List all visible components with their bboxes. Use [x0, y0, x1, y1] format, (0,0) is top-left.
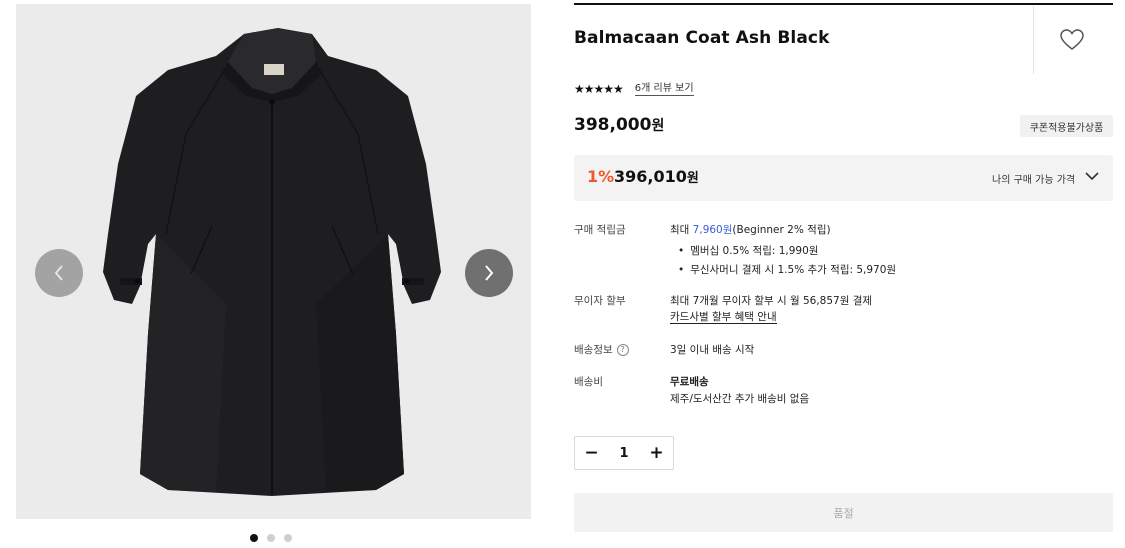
installment-label: 무이자 할부 — [574, 295, 626, 307]
my-price-box[interactable]: 1% 396,010원 나의 구매 가능 가격 — [574, 155, 1113, 201]
shipping-info-text: 배송정보 — [574, 344, 613, 356]
prev-image-button[interactable] — [35, 249, 83, 297]
points-prefix: 최대 — [670, 224, 693, 236]
chevron-left-icon — [54, 265, 63, 281]
points-bullet: 무신사머니 결제 시 1.5% 추가 적립: 5,970원 — [678, 262, 896, 277]
product-info-panel: Balmacaan Coat Ash Black ★★★★★ 6개 리뷰 보기 … — [574, 0, 1113, 548]
review-link[interactable]: 6개 리뷰 보기 — [634, 82, 694, 96]
coupon-badge: 쿠폰적용불가상품 — [1020, 115, 1113, 137]
top-divider — [574, 3, 1113, 5]
shipping-info-value: 3일 이내 배송 시작 — [670, 344, 755, 356]
product-gallery — [16, 4, 531, 519]
chevron-down-icon — [1085, 172, 1099, 181]
product-image — [103, 28, 441, 496]
product-title: Balmacaan Coat Ash Black — [574, 28, 830, 48]
points-bullet: 멤버십 0.5% 적립: 1,990원 — [678, 243, 818, 258]
points-label: 구매 적립금 — [574, 224, 626, 236]
installment-link[interactable]: 카드사별 할부 혜택 안내 — [670, 311, 777, 324]
shipping-fee-note: 제주/도서산간 추가 배송비 없음 — [670, 393, 810, 405]
points-value: 최대 7,960원(Beginner 2% 적립) — [670, 222, 831, 237]
chevron-right-icon — [485, 265, 494, 281]
help-icon[interactable]: ? — [616, 344, 629, 356]
header-divider — [1033, 6, 1034, 74]
my-price-unit: 원 — [686, 171, 699, 186]
price-number: 398,000 — [574, 115, 652, 135]
my-price-label: 나의 구매 가능 가격 — [992, 175, 1076, 186]
pagination-dot[interactable] — [250, 534, 258, 542]
price: 398,000원 — [574, 115, 664, 135]
pagination-dot[interactable] — [284, 534, 292, 542]
shipping-fee-value: 무료배송 — [670, 376, 709, 388]
increase-quantity-button[interactable]: + — [640, 437, 673, 469]
my-price-number: 396,010 — [614, 167, 687, 186]
quantity-stepper: − 1 + — [574, 436, 674, 470]
points-amount: 7,960원 — [692, 224, 733, 236]
quantity-value[interactable]: 1 — [608, 437, 640, 469]
installment-value: 최대 7개월 무이자 할부 시 월 56,857원 결제 — [670, 295, 873, 307]
points-suffix: (Beginner 2% 적립) — [732, 224, 831, 236]
decrease-quantity-button[interactable]: − — [575, 437, 608, 469]
shipping-fee-label: 배송비 — [574, 376, 603, 388]
heart-icon[interactable] — [1059, 28, 1085, 52]
shipping-info-label: 배송정보? — [574, 342, 629, 357]
gallery-pagination — [250, 534, 292, 542]
next-image-button[interactable] — [465, 249, 513, 297]
rating-row: ★★★★★ 6개 리뷰 보기 — [574, 82, 694, 96]
price-unit: 원 — [651, 118, 665, 134]
my-price: 396,010원 — [614, 167, 699, 186]
star-rating: ★★★★★ — [574, 82, 624, 96]
installment-link-row: 카드사별 할부 혜택 안내 — [670, 311, 777, 324]
discount-rate: 1% — [587, 167, 615, 186]
soldout-button[interactable]: 품절 — [574, 493, 1113, 532]
pagination-dot[interactable] — [267, 534, 275, 542]
